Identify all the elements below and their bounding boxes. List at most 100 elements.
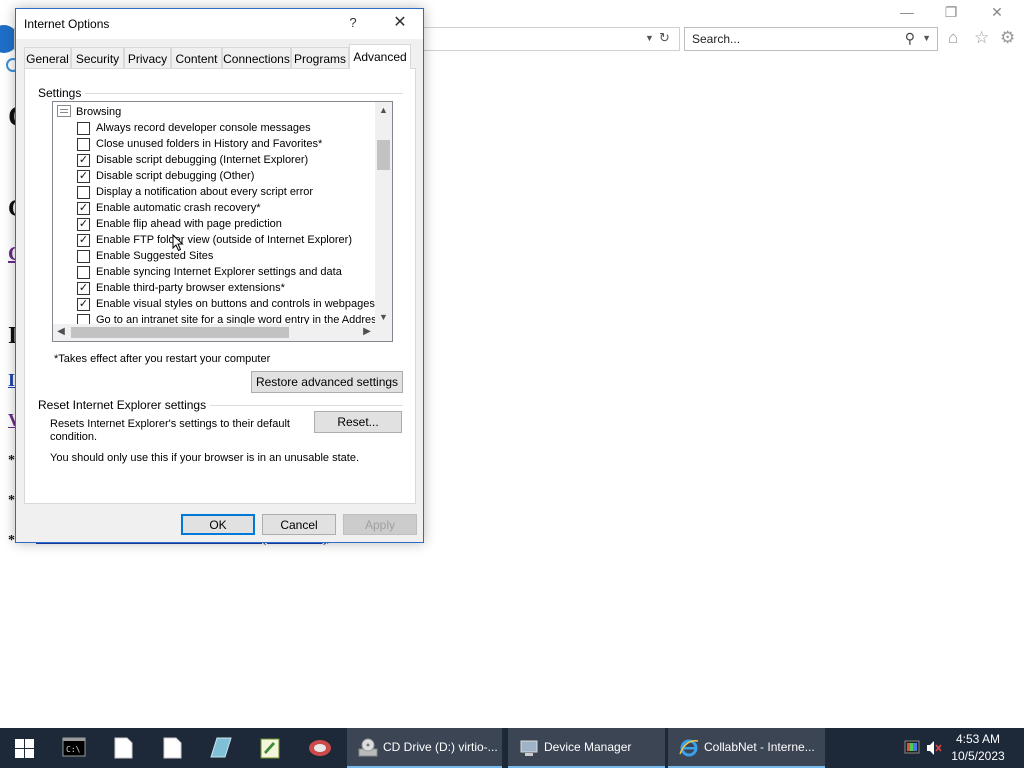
dialog-title: Internet Options xyxy=(24,17,110,31)
checkbox-unchecked[interactable] xyxy=(77,266,90,279)
device-manager-icon xyxy=(520,740,538,756)
taskbar-item-label: CD Drive (D:) virtio-... xyxy=(383,740,498,754)
checkbox-checked[interactable]: ✓ xyxy=(77,218,90,231)
scroll-up-icon[interactable]: ▲ xyxy=(375,105,392,115)
restore-icon[interactable]: ❐ xyxy=(928,4,974,21)
tab-general[interactable]: General xyxy=(24,47,71,68)
tab-privacy[interactable]: Privacy xyxy=(124,47,171,68)
setting-option[interactable]: ✓ Enable flip ahead with page prediction xyxy=(77,216,377,232)
scrollbar-corner xyxy=(375,324,392,341)
taskbar-item-label: CollabNet - Interne... xyxy=(704,740,815,754)
checkbox-checked[interactable]: ✓ xyxy=(77,298,90,311)
help-icon[interactable]: ? xyxy=(342,15,364,30)
close-icon[interactable]: ✕ xyxy=(382,12,418,32)
checkbox-checked[interactable]: ✓ xyxy=(77,234,90,247)
setting-option[interactable]: Display a notification about every scrip… xyxy=(77,184,377,200)
minimize-icon[interactable]: — xyxy=(884,4,930,20)
setting-option[interactable]: ✓ Disable script debugging (Internet Expl… xyxy=(77,152,377,168)
setting-option-label: Enable automatic crash recovery* xyxy=(96,202,261,214)
taskbar-command-prompt[interactable]: C:\ xyxy=(50,728,98,768)
dialog-title-bar[interactable]: Internet Options ? ✕ xyxy=(16,9,423,39)
setting-option[interactable]: ✓ Enable visual styles on buttons and con… xyxy=(77,296,377,312)
folder-icon xyxy=(57,105,71,117)
taskbar-paint-tool[interactable] xyxy=(295,728,343,768)
page-link-fragment[interactable]: I xyxy=(8,370,15,391)
scroll-right-icon[interactable]: ▶ xyxy=(359,326,375,337)
search-dropdown-icon[interactable]: ▼ xyxy=(922,33,931,43)
reset-button[interactable]: Reset... xyxy=(314,411,402,433)
setting-option[interactable]: ✓ Disable script debugging (Other) xyxy=(77,168,377,184)
setting-option[interactable]: ✓ Enable automatic crash recovery* xyxy=(77,200,377,216)
favorites-star-icon[interactable]: ☆ xyxy=(974,28,989,48)
cancel-button[interactable]: Cancel xyxy=(262,514,336,535)
tab-security[interactable]: Security xyxy=(71,47,124,68)
volume-muted-icon[interactable] xyxy=(927,741,934,755)
checkbox-checked[interactable]: ✓ xyxy=(77,202,90,215)
vertical-scroll-thumb[interactable] xyxy=(377,140,390,170)
checkbox-checked[interactable]: ✓ xyxy=(77,154,90,167)
tools-gear-icon[interactable]: ⚙ xyxy=(1000,28,1015,48)
scroll-down-icon[interactable]: ▼ xyxy=(375,312,392,322)
setting-option[interactable]: ✓ Enable third-party browser extensions* xyxy=(77,280,377,296)
taskbar-file-1[interactable] xyxy=(99,728,147,768)
reset-description-line-1: Resets Internet Explorer's settings to t… xyxy=(50,418,290,430)
checkbox-checked[interactable]: ✓ xyxy=(77,282,90,295)
settings-tree[interactable]: Browsing Always record developer console… xyxy=(52,101,393,342)
ok-button[interactable]: OK xyxy=(181,514,255,535)
address-dropdown-icon[interactable]: ▼ xyxy=(645,33,654,43)
internet-options-dialog: Internet Options ? ✕ General Security Pr… xyxy=(15,8,424,543)
tab-content[interactable]: Content xyxy=(171,47,222,68)
checkbox-unchecked[interactable] xyxy=(77,138,90,151)
cd-drive-icon xyxy=(358,738,378,757)
internet-explorer-icon xyxy=(679,739,699,757)
horizontal-scrollbar[interactable]: ◀ ▶ xyxy=(53,324,375,341)
windows-logo-icon xyxy=(15,739,24,748)
taskbar-item-cd-drive[interactable]: CD Drive (D:) virtio-... xyxy=(347,728,502,768)
home-icon[interactable]: ⌂ xyxy=(948,28,958,48)
bullet: * xyxy=(8,453,15,468)
vertical-scrollbar[interactable]: ▲ ▼ xyxy=(375,102,392,324)
document-icon xyxy=(163,737,182,759)
checkbox-unchecked[interactable] xyxy=(77,250,90,263)
taskbar-item-internet-explorer[interactable]: CollabNet - Interne... xyxy=(668,728,825,768)
setting-option[interactable]: Enable Suggested Sites xyxy=(77,248,377,264)
bullet: * xyxy=(8,493,15,508)
tab-connections[interactable]: Connections xyxy=(222,47,291,68)
checkbox-unchecked[interactable] xyxy=(77,122,90,135)
setting-option[interactable]: Close unused folders in History and Favo… xyxy=(77,136,377,152)
browser-caption-buttons: — ❐ ✕ xyxy=(884,4,1024,26)
setting-option[interactable]: Enable syncing Internet Explorer setting… xyxy=(77,264,377,280)
search-placeholder: Search... xyxy=(692,32,741,46)
refresh-icon[interactable]: ↻ xyxy=(659,30,670,46)
search-icon[interactable]: ⚲ xyxy=(905,30,915,47)
setting-option-label: Close unused folders in History and Favo… xyxy=(96,138,323,150)
start-button[interactable] xyxy=(0,728,48,768)
checkbox-unchecked[interactable] xyxy=(77,186,90,199)
checkbox-checked[interactable]: ✓ xyxy=(77,170,90,183)
apply-button[interactable]: Apply xyxy=(343,514,417,535)
taskbar-item-label: Device Manager xyxy=(544,740,632,754)
reset-group-line xyxy=(199,405,403,406)
tab-advanced[interactable]: Advanced xyxy=(349,44,411,69)
unusable-note: You should only use this if your browser… xyxy=(50,452,359,464)
setting-option-label: Display a notification about every scrip… xyxy=(96,186,314,198)
setting-option-label: Enable third-party browser extensions* xyxy=(96,282,285,294)
search-input[interactable]: Search... ⚲ ▼ xyxy=(684,27,938,51)
restore-advanced-settings-button[interactable]: Restore advanced settings xyxy=(251,371,403,393)
browser-close-icon[interactable]: ✕ xyxy=(974,4,1020,21)
taskbar-item-device-manager[interactable]: Device Manager xyxy=(508,728,665,768)
taskbar-clock[interactable]: 4:53 AM 10/5/2023 xyxy=(946,731,1010,765)
setting-option[interactable]: Always record developer console messages xyxy=(77,120,377,136)
taskbar-file-2[interactable] xyxy=(148,728,196,768)
notepad-icon xyxy=(260,738,280,759)
setting-option-label: Enable visual styles on buttons and cont… xyxy=(96,298,375,310)
setting-option[interactable]: ✓ Enable FTP folder view (outside of Inte… xyxy=(77,232,377,248)
taskbar-app-glass[interactable] xyxy=(197,728,245,768)
reset-group-label: Reset Internet Explorer settings xyxy=(38,398,211,412)
taskbar-notepad[interactable] xyxy=(246,728,294,768)
settings-group-line xyxy=(85,93,403,94)
horizontal-scroll-thumb[interactable] xyxy=(71,327,289,338)
scroll-left-icon[interactable]: ◀ xyxy=(53,326,69,337)
tab-programs[interactable]: Programs xyxy=(291,47,349,68)
setting-option-label: Always record developer console messages xyxy=(96,122,311,134)
